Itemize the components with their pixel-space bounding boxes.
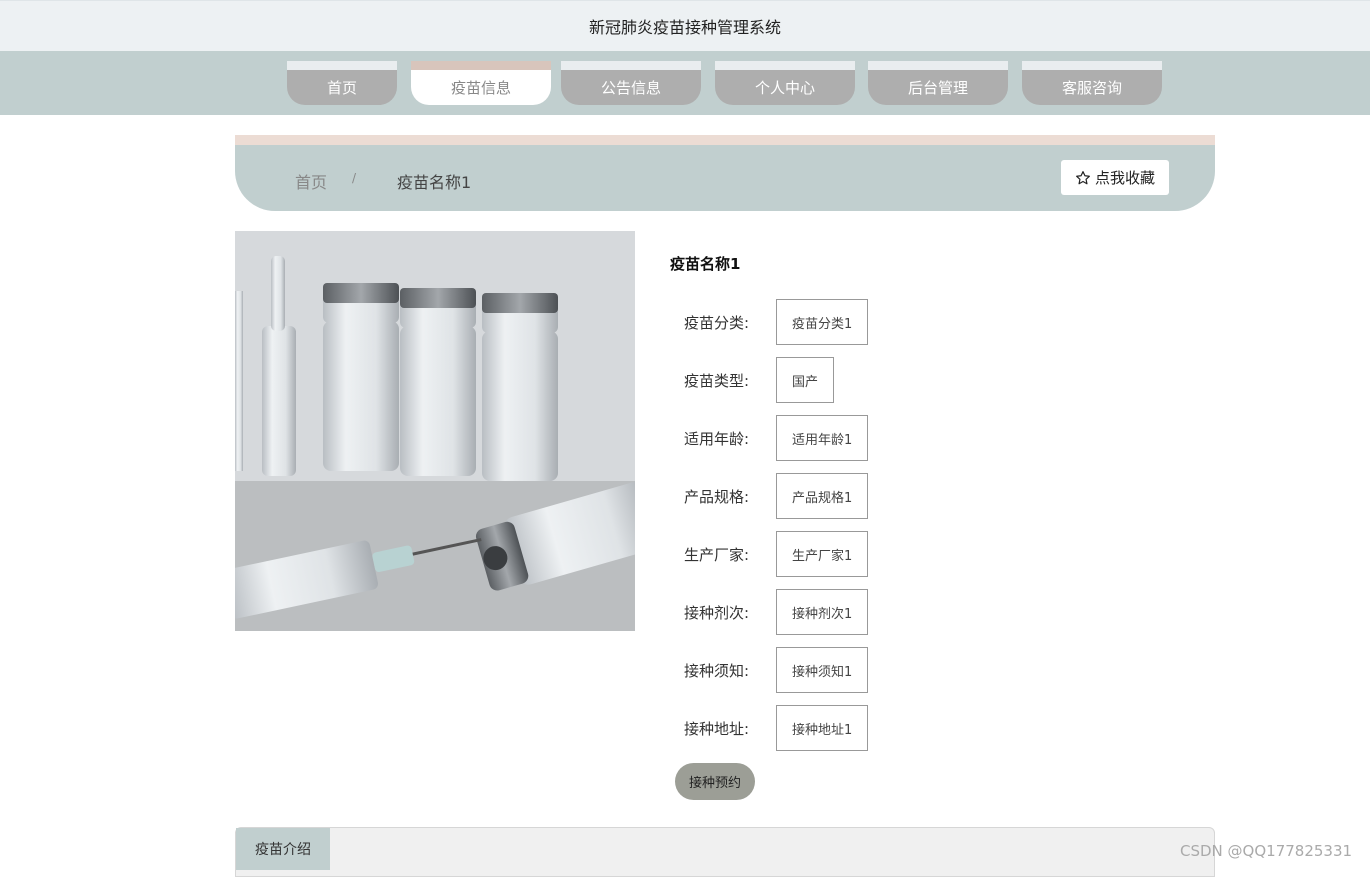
watermark: CSDN @QQ177825331: [1180, 842, 1353, 860]
book-vaccination-button[interactable]: 接种预约: [675, 763, 755, 800]
field-label: 产品规格:: [684, 487, 750, 506]
field-row-manufacturer: 生产厂家: 生产厂家1: [684, 531, 869, 577]
field-row-notice: 接种须知: 接种须知1: [684, 647, 869, 693]
field-value: 疫苗分类1: [776, 299, 869, 345]
favorite-button[interactable]: 点我收藏: [1061, 160, 1169, 195]
nav-item-home[interactable]: 首页: [287, 61, 397, 105]
field-row-address: 接种地址: 接种地址1: [684, 705, 869, 751]
detail-tabs: 疫苗介绍: [235, 827, 1215, 877]
field-value: 生产厂家1: [776, 531, 869, 577]
field-label: 接种地址:: [684, 719, 750, 738]
nav-item-support[interactable]: 客服咨询: [1022, 61, 1162, 105]
field-value: 接种剂次1: [776, 589, 869, 635]
breadcrumb-separator: /: [352, 171, 357, 185]
vaccine-vials-illustration: [235, 231, 635, 631]
field-label: 疫苗分类:: [684, 313, 750, 332]
breadcrumb-current: 疫苗名称1: [397, 173, 472, 192]
breadcrumb-home-link[interactable]: 首页: [295, 169, 327, 193]
field-label: 生产厂家:: [684, 545, 750, 564]
field-row-category: 疫苗分类: 疫苗分类1: [684, 299, 869, 345]
field-row-spec: 产品规格: 产品规格1: [684, 473, 869, 519]
breadcrumb-bar: 首页 / 疫苗名称1 点我收藏: [235, 135, 1215, 211]
title-bar: 新冠肺炎疫苗接种管理系统: [0, 0, 1370, 51]
star-outline-icon: [1076, 170, 1090, 184]
nav-item-vaccine-info[interactable]: 疫苗信息: [411, 61, 551, 105]
nav-item-profile[interactable]: 个人中心: [715, 61, 855, 105]
field-row-type: 疫苗类型: 国产: [684, 357, 835, 403]
field-row-age: 适用年龄: 适用年龄1: [684, 415, 869, 461]
vaccine-photo: [235, 231, 635, 631]
field-value: 适用年龄1: [776, 415, 869, 461]
field-value: 接种地址1: [776, 705, 869, 751]
field-label: 适用年龄:: [684, 429, 750, 448]
nav-item-admin[interactable]: 后台管理: [868, 61, 1008, 105]
field-value: 产品规格1: [776, 473, 869, 519]
vaccine-name: 疫苗名称1: [670, 255, 741, 273]
favorite-label: 点我收藏: [1094, 169, 1155, 187]
field-value: 接种须知1: [776, 647, 869, 693]
tab-vaccine-intro[interactable]: 疫苗介绍: [236, 828, 330, 870]
field-label: 接种剂次:: [684, 603, 750, 622]
main-nav: 首页 疫苗信息 公告信息 个人中心 后台管理 客服咨询: [0, 51, 1370, 115]
field-value: 国产: [776, 357, 835, 403]
field-label: 疫苗类型:: [684, 371, 750, 390]
field-label: 接种须知:: [684, 661, 750, 680]
nav-item-announcements[interactable]: 公告信息: [561, 61, 701, 105]
app-title: 新冠肺炎疫苗接种管理系统: [588, 18, 781, 37]
field-row-doses: 接种剂次: 接种剂次1: [684, 589, 869, 635]
